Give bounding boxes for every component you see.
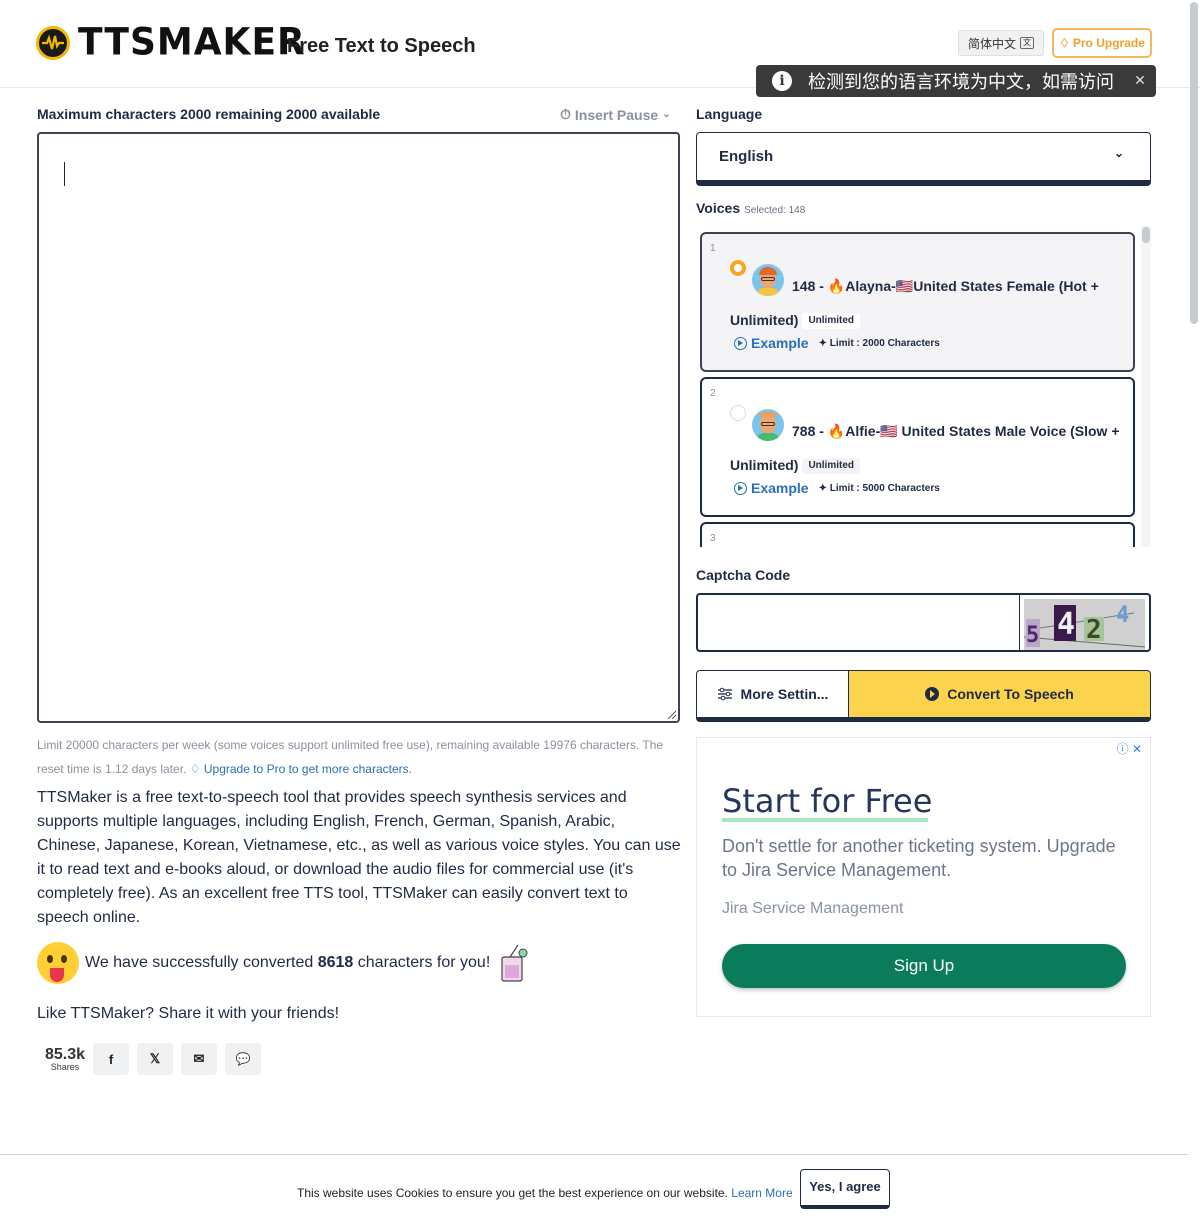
upgrade-link-label: Upgrade to Pro to get more characters. [203,762,412,776]
voice-example-button[interactable]: Example ✦ Limit : 2000 Characters [734,335,940,351]
voice-option[interactable]: 2 788 - 🔥Alfie-🇺🇸 United States Male Voi… [700,377,1135,517]
text-input[interactable] [37,132,680,723]
more-settings-button[interactable]: More Settin... [696,670,848,722]
learn-more-link[interactable]: Learn More [731,1186,792,1200]
cookie-agree-button[interactable]: Yes, I agree [800,1169,890,1209]
ad-brand: Jira Service Management [722,900,904,917]
language-switch-label: 简体中文 [967,36,1016,51]
play-circle-icon [734,481,747,495]
cookie-banner: This website uses Cookies to ensure you … [0,1154,1188,1232]
ad-signup-button[interactable]: Sign Up [722,944,1126,988]
voice-name-text: 148 - 🔥Alayna-🇺🇸United States Female (Ho… [730,278,1099,328]
ad-headline: Start for Free [722,782,933,820]
convert-label: Convert To Speech [947,686,1074,702]
converted-prefix: We have successfully converted [85,954,314,971]
sparkle-icon: ✦ [818,337,827,349]
voice-limit-text: Limit : 5000 Characters [829,482,940,494]
voices-label: Voices Selected: 148 [696,200,805,216]
insert-pause-button[interactable]: ⏱ Insert Pause ⌄ [560,106,671,123]
voice-index: 1 [710,243,716,254]
convert-to-speech-button[interactable]: Convert To Speech [848,670,1151,722]
play-circle-icon [925,687,940,701]
converted-count: 8618 [317,954,354,971]
sparkle-icon: ✦ [818,482,827,494]
char-limit-text: Maximum characters 2000 remaining 2000 a… [37,106,381,122]
captcha-label: Captcha Code [696,567,791,583]
language-selected-value: English [719,148,774,165]
logo[interactable]: TTSMAKER [36,20,306,65]
facebook-share-button[interactable]: f [93,1043,129,1075]
info-icon: i [772,71,792,91]
voices-selected-count: Selected: 148 [744,205,806,216]
example-label: Example [751,335,809,351]
email-icon: ✉ [193,1051,205,1066]
example-label: Example [751,480,809,496]
advertisement[interactable]: ⓘ ✕ Start for Free Don't settle for anot… [696,737,1151,1017]
chevron-down-icon: ⌄ [1113,146,1124,160]
toast-message: 检测到您的语言环境为中文，如需访问 [808,72,1114,92]
captcha-input[interactable] [696,593,1020,652]
ad-headline-underline [722,818,928,822]
weekly-limit-note: Limit 20000 characters per week (some vo… [37,733,680,781]
language-label: Language [696,106,763,122]
text-caret [64,162,65,186]
voices-title: Voices [696,200,741,216]
page-scrollbar[interactable] [1188,0,1200,1232]
captcha-image[interactable]: 5 4 2 4 [1020,593,1151,652]
voice-limit: ✦ Limit : 2000 Characters [819,338,940,349]
facebook-icon: f [108,1051,114,1067]
email-share-button[interactable]: ✉ [181,1043,217,1075]
diamond-icon: ♢ [189,762,201,776]
voice-option[interactable]: 1 148 - 🔥Alayna-🇺🇸United States Female (… [700,232,1135,372]
pro-upgrade-button[interactable]: ♢ Pro Upgrade [1052,28,1152,58]
voice-list-scrollbar[interactable] [1141,226,1151,547]
play-circle-icon [734,336,747,350]
language-select[interactable]: English ⌄ [696,132,1151,186]
tool-description: TTSMaker is a free text-to-speech tool t… [37,789,681,926]
voice-limit: ✦ Limit : 5000 Characters [819,483,940,494]
voice-list[interactable]: 1 148 - 🔥Alayna-🇺🇸United States Female (… [696,226,1151,547]
converted-stats: We have successfully converted 8618 char… [37,942,532,984]
wechat-icon: 💬 [235,1052,251,1066]
voice-name-text: 788 - 🔥Alfie-🇺🇸 United States Male Voice… [730,423,1120,473]
voice-badge: Unlimited [802,458,861,475]
wechat-share-button[interactable]: 💬 [225,1043,261,1075]
voice-badge: Unlimited [802,313,861,330]
share-count: 85.3k Shares [37,1046,93,1072]
captcha-picture: 5 4 2 4 [1024,599,1145,650]
voice-limit-text: Limit : 2000 Characters [829,337,940,349]
ad-body: Don't settle for another ticketing syste… [722,836,1116,880]
upgrade-link[interactable]: ♢ Upgrade to Pro to get more characters. [190,762,412,776]
converted-suffix: characters for you! [357,954,491,971]
voice-option[interactable]: 3 [700,522,1135,547]
voice-name: 788 - 🔥Alfie-🇺🇸 United States Male Voice… [730,414,1130,482]
voice-example-button[interactable]: Example ✦ Limit : 5000 Characters [734,480,940,496]
more-settings-label: More Settin... [740,686,829,702]
share-prompt: Like TTSMaker? Share it with your friend… [37,1005,340,1022]
voice-index: 3 [710,533,716,544]
close-icon[interactable]: ✕ [1132,72,1148,90]
cookie-message: This website uses Cookies to ensure you … [297,1186,728,1200]
adchoices-icon[interactable]: ⓘ ✕ [1117,740,1142,757]
diamond-icon: ♢ [1059,36,1070,50]
drink-sticker-icon [501,944,528,982]
logo-text: TTSMAKER [78,20,306,65]
chevron-down-icon: ⌄ [662,109,671,120]
voice-name: 148 - 🔥Alayna-🇺🇸United States Female (Ho… [730,269,1130,337]
timer-icon: ⏱ [560,106,571,122]
voice-index: 2 [710,388,716,399]
x-twitter-icon: 𝕏 [149,1051,161,1066]
tagline: Free Text to Speech [287,35,476,57]
insert-pause-label: Insert Pause [574,106,659,123]
language-toast: i 检测到您的语言环境为中文，如需访问 ✕ [756,65,1156,97]
tongue-emoji-icon [37,942,79,984]
translate-icon: 文 [1020,37,1034,49]
logo-waveform-icon [36,25,70,60]
pro-upgrade-label: Pro Upgrade [1072,36,1145,50]
cookie-text: This website uses Cookies to ensure you … [297,1186,793,1200]
sliders-icon [717,687,732,701]
x-share-button[interactable]: 𝕏 [137,1043,173,1075]
language-switch-button[interactable]: 简体中文 文 [958,30,1044,56]
resize-handle-icon[interactable] [666,709,676,719]
